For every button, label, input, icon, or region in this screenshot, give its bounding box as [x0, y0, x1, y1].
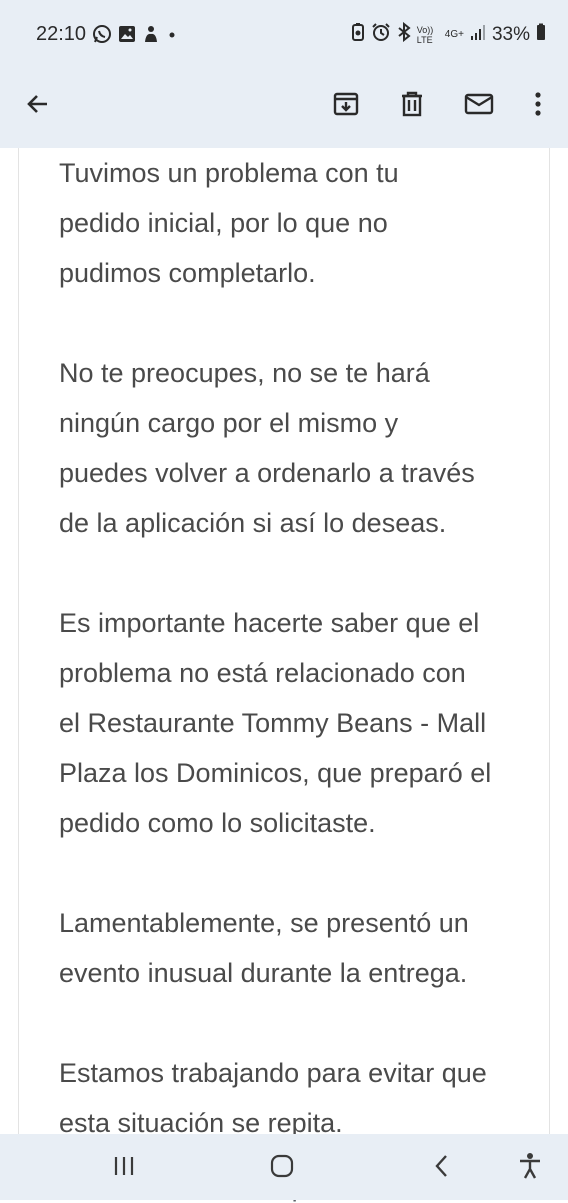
status-left-icons	[92, 24, 178, 49]
email-text-line: puedes volver a ordenarlo a través	[59, 458, 475, 488]
email-text-line: No te preocupes, no se te hará	[59, 358, 430, 388]
email-text-line: el Restaurante Tommy Beans - Mall	[59, 708, 487, 738]
email-text-line: Es importante hacerte saber que el	[59, 608, 480, 638]
back-nav-icon	[434, 1154, 450, 1183]
email-paragraph: Es importante hacerte saber que el proble…	[59, 598, 529, 848]
signal-icon	[470, 23, 486, 46]
email-text-line: Estamos trabajando para evitar que	[59, 1058, 487, 1088]
email-text-line: ningún cargo por el mismo y	[59, 408, 399, 438]
delete-button[interactable]	[390, 84, 434, 128]
email-text-line: Lamentablemente, se presentó un	[59, 908, 469, 938]
archive-icon	[332, 90, 360, 123]
gallery-icon	[118, 25, 136, 48]
network-4g-icon: 4G+	[444, 29, 464, 40]
more-options-button[interactable]	[516, 84, 560, 128]
home-icon	[270, 1154, 294, 1183]
email-paragraph: No te preocupes, no se te hará ningún car…	[59, 348, 529, 548]
accessibility-button[interactable]	[510, 1148, 550, 1188]
delete-icon	[399, 90, 425, 123]
back-nav-button[interactable]	[422, 1148, 462, 1188]
email-text-line: pedido como lo solicitaste.	[59, 808, 376, 838]
email-paragraph: Estamos trabajando para evitar que esta s…	[59, 1048, 529, 1134]
mark-unread-icon	[464, 92, 494, 121]
accessibility-icon	[518, 1152, 542, 1185]
email-paragraph: Tuvimos un problema con tu pedido inicial…	[59, 148, 529, 298]
recent-apps-button[interactable]	[104, 1148, 144, 1188]
email-text-line: Tuvimos un problema con tu	[59, 158, 399, 188]
dot-icon	[166, 28, 178, 46]
email-text-line: Plaza los Dominicos, que preparó el	[59, 758, 492, 788]
volte-icon: Vo)) LTE	[416, 24, 434, 45]
more-options-icon	[534, 91, 542, 122]
body-left-border	[18, 148, 19, 1134]
home-button[interactable]	[262, 1148, 302, 1188]
notification-icon	[142, 24, 160, 49]
battery-percent: 33%	[491, 23, 530, 45]
email-toolbar	[0, 70, 568, 148]
body-right-border	[549, 148, 550, 1134]
bluetooth-icon	[397, 21, 411, 47]
battery-saver-icon	[351, 22, 365, 47]
recent-apps-icon	[112, 1155, 136, 1182]
email-paragraph: Lamentablemente, se presentó un evento in…	[59, 898, 529, 998]
email-text-line: pedido inicial, por lo que no	[59, 208, 388, 238]
email-text: Tuvimos un problema con tu pedido inicial…	[59, 148, 529, 1134]
battery-icon	[536, 23, 546, 46]
email-text-line: evento inusual durante la entrega.	[59, 958, 468, 988]
mark-unread-button[interactable]	[457, 84, 501, 128]
email-text-line: de la aplicación si así lo deseas.	[59, 508, 447, 538]
archive-button[interactable]	[324, 84, 368, 128]
email-text-line: problema no está relacionado con	[59, 658, 466, 688]
arrow-back-icon	[25, 91, 51, 122]
navigation-bar	[0, 1134, 568, 1200]
status-right-icons: Vo)) LTE 4G+ 33%	[351, 21, 546, 47]
back-button[interactable]	[16, 84, 60, 128]
status-time: 22:10	[36, 23, 87, 45]
email-text-line: esta situación se repita.	[59, 1108, 343, 1134]
email-text-line: pudimos completarlo.	[59, 258, 316, 288]
alarm-icon	[371, 22, 391, 47]
status-bar: 22:10 Vo)) LTE 4G+ 33%	[0, 0, 568, 70]
whatsapp-icon	[92, 24, 112, 49]
email-body[interactable]: Tuvimos un problema con tu pedido inicial…	[0, 148, 568, 1134]
